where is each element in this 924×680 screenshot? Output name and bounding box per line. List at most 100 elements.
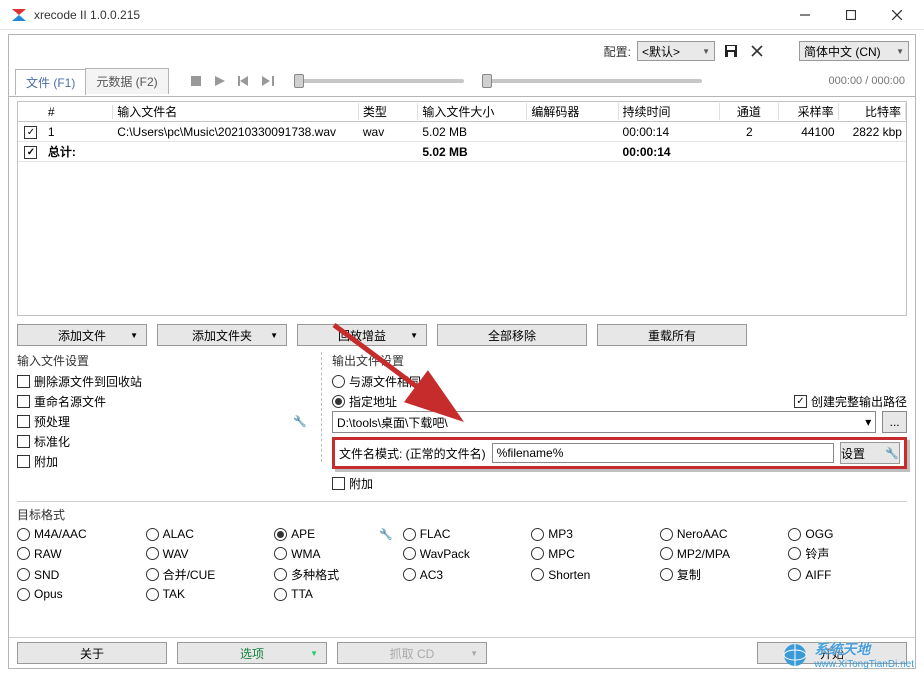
format-shorten[interactable]: Shorten <box>531 566 650 583</box>
col-samplerate[interactable]: 采样率 <box>779 103 839 120</box>
format-radio[interactable] <box>403 547 416 560</box>
format-cue[interactable]: 合并/CUE <box>146 566 265 583</box>
col-size[interactable]: 输入文件大小 <box>418 103 527 120</box>
format-radio[interactable] <box>788 528 801 541</box>
format-radio[interactable] <box>531 528 544 541</box>
format-ogg[interactable]: OGG <box>788 527 907 541</box>
format-ac3[interactable]: AC3 <box>403 566 522 583</box>
format-radio[interactable] <box>17 588 30 601</box>
format-wav[interactable]: WAV <box>146 545 265 562</box>
format-radio[interactable] <box>788 568 801 581</box>
slider-thumb[interactable] <box>482 74 492 88</box>
format-radio[interactable] <box>17 547 30 560</box>
stop-icon[interactable] <box>188 73 204 89</box>
create-full-path-checkbox[interactable]: ✓ <box>794 395 807 408</box>
format-radio[interactable] <box>788 547 801 560</box>
format-tta[interactable]: TTA <box>274 587 393 601</box>
format-[interactable]: 铃声 <box>788 545 907 562</box>
format-radio[interactable] <box>531 547 544 560</box>
format-m4aaac[interactable]: M4A/AAC <box>17 527 136 541</box>
output-path-input[interactable]: D:\tools\桌面\下载吧\ ▾ <box>332 411 876 433</box>
format-aiff[interactable]: AIFF <box>788 566 907 583</box>
format-raw[interactable]: RAW <box>17 545 136 562</box>
play-icon[interactable] <box>212 73 228 89</box>
format-wma[interactable]: WMA <box>274 545 393 562</box>
del-to-recycle-checkbox[interactable] <box>17 375 30 388</box>
format-radio[interactable] <box>403 528 416 541</box>
grab-cd-button[interactable]: 抓取 CD▼ <box>337 642 487 664</box>
format-radio[interactable] <box>146 547 159 560</box>
volume-slider[interactable] <box>482 79 702 83</box>
pattern-input[interactable]: %filename% <box>492 443 834 463</box>
format-mp3[interactable]: MP3 <box>531 527 650 541</box>
col-codec[interactable]: 编解码器 <box>527 103 618 120</box>
tab-metadata[interactable]: 元数据 (F2) <box>85 68 168 94</box>
format-mpc[interactable]: MPC <box>531 545 650 562</box>
format-radio[interactable] <box>274 588 287 601</box>
preprocess-checkbox[interactable] <box>17 415 30 428</box>
col-name[interactable]: 输入文件名 <box>113 103 359 120</box>
format-neroaac[interactable]: NeroAAC <box>660 527 779 541</box>
format-radio[interactable] <box>146 568 159 581</box>
config-preset-combo[interactable]: <默认> ▼ <box>637 41 715 61</box>
about-button[interactable]: 关于 <box>17 642 167 664</box>
col-channels[interactable]: 通道 <box>720 103 780 120</box>
pattern-settings-button[interactable]: 设置🔧 <box>840 442 900 464</box>
next-track-icon[interactable] <box>260 73 276 89</box>
rename-source-checkbox[interactable] <box>17 395 30 408</box>
minimize-button[interactable] <box>782 0 828 30</box>
format-radio[interactable] <box>403 568 416 581</box>
format-radio[interactable] <box>274 547 287 560</box>
format-radio[interactable] <box>274 528 287 541</box>
format-wavpack[interactable]: WavPack <box>403 545 522 562</box>
format-radio[interactable] <box>146 528 159 541</box>
format-radio[interactable] <box>146 588 159 601</box>
reload-all-button[interactable]: 重载所有 <box>597 324 747 346</box>
format-radio[interactable] <box>531 568 544 581</box>
total-checkbox[interactable]: ✓ <box>24 146 37 159</box>
format-[interactable]: 多种格式 <box>274 566 393 583</box>
gear-icon[interactable]: 🔧 <box>379 528 393 541</box>
format-tak[interactable]: TAK <box>146 587 265 601</box>
delete-config-icon[interactable] <box>747 41 767 61</box>
save-icon[interactable] <box>721 41 741 61</box>
language-combo[interactable]: 简体中文 (CN) ▼ <box>799 41 909 61</box>
options-button[interactable]: 选项▼ <box>177 642 327 664</box>
prev-track-icon[interactable] <box>236 73 252 89</box>
add-file-button[interactable]: 添加文件▼ <box>17 324 147 346</box>
seek-slider[interactable] <box>294 79 464 83</box>
format-radio[interactable] <box>17 528 30 541</box>
format-opus[interactable]: Opus <box>17 587 136 601</box>
close-button[interactable] <box>874 0 920 30</box>
remove-all-button[interactable]: 全部移除 <box>437 324 587 346</box>
specified-path-radio[interactable] <box>332 395 345 408</box>
col-num[interactable]: # <box>44 105 113 119</box>
format-radio[interactable] <box>17 568 30 581</box>
format-snd[interactable]: SND <box>17 566 136 583</box>
format-mp2mpa[interactable]: MP2/MPA <box>660 545 779 562</box>
gear-icon[interactable]: 🔧 <box>293 415 307 428</box>
format-radio[interactable] <box>660 528 673 541</box>
format-flac[interactable]: FLAC <box>403 527 522 541</box>
replaygain-button[interactable]: 回放增益▼ <box>297 324 427 346</box>
format-radio[interactable] <box>660 547 673 560</box>
browse-button[interactable]: ... <box>882 411 907 433</box>
format-[interactable]: 复制 <box>660 566 779 583</box>
append-input-checkbox[interactable] <box>17 455 30 468</box>
same-as-source-radio[interactable] <box>332 375 345 388</box>
tab-files[interactable]: 文件 (F1) <box>15 69 86 95</box>
col-bitrate[interactable]: 比特率 <box>839 103 906 120</box>
append-output-checkbox[interactable] <box>332 477 345 490</box>
col-duration[interactable]: 持续时间 <box>619 103 720 120</box>
format-radio[interactable] <box>274 568 287 581</box>
table-row[interactable]: ✓ 1 C:\Users\pc\Music\20210330091738.wav… <box>18 122 906 142</box>
format-alac[interactable]: ALAC <box>146 527 265 541</box>
normalize-checkbox[interactable] <box>17 435 30 448</box>
row-checkbox[interactable]: ✓ <box>24 126 37 139</box>
format-ape[interactable]: APE🔧 <box>274 527 393 541</box>
slider-thumb[interactable] <box>294 74 304 88</box>
maximize-button[interactable] <box>828 0 874 30</box>
format-radio[interactable] <box>660 568 673 581</box>
col-type[interactable]: 类型 <box>359 103 419 120</box>
add-folder-button[interactable]: 添加文件夹▼ <box>157 324 287 346</box>
